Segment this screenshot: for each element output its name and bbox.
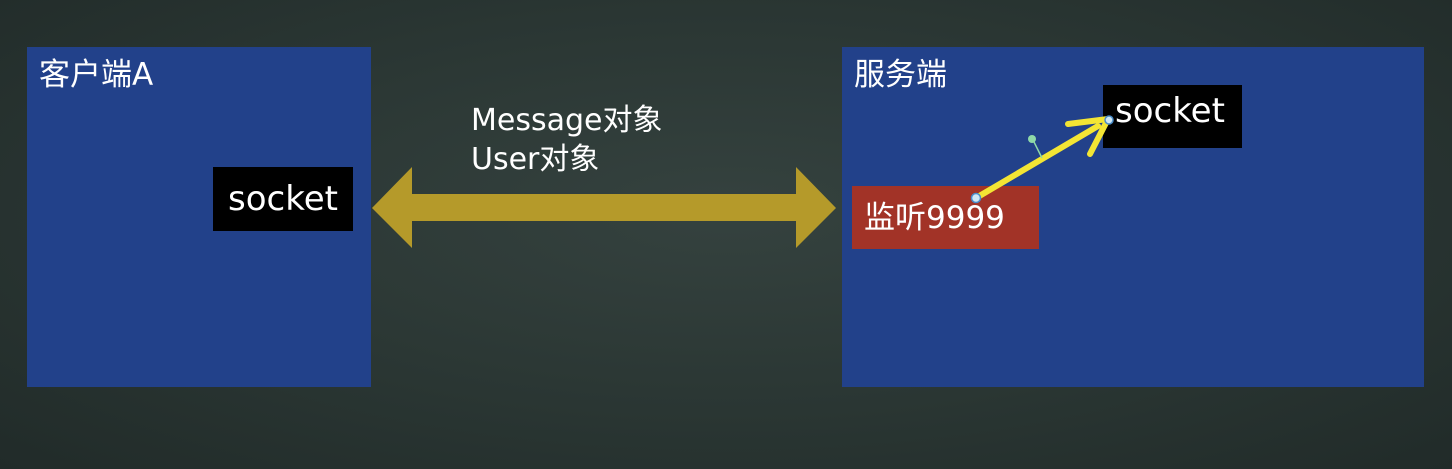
message-label-user: User对象 bbox=[471, 142, 600, 177]
double-arrow bbox=[372, 167, 836, 248]
client-a-title: 客户端A bbox=[39, 57, 154, 93]
server-socket-box: socket bbox=[1103, 85, 1242, 148]
server-socket-label: socket bbox=[1115, 91, 1225, 131]
listen-port-box: 监听9999 bbox=[852, 186, 1039, 249]
listen-port-label: 监听9999 bbox=[864, 199, 1005, 236]
message-label-message: Message对象 bbox=[471, 103, 663, 138]
server-title: 服务端 bbox=[854, 57, 947, 93]
message-labels: Message对象 User对象 bbox=[471, 101, 662, 179]
client-socket-box: socket bbox=[213, 167, 353, 231]
client-socket-label: socket bbox=[228, 179, 338, 219]
